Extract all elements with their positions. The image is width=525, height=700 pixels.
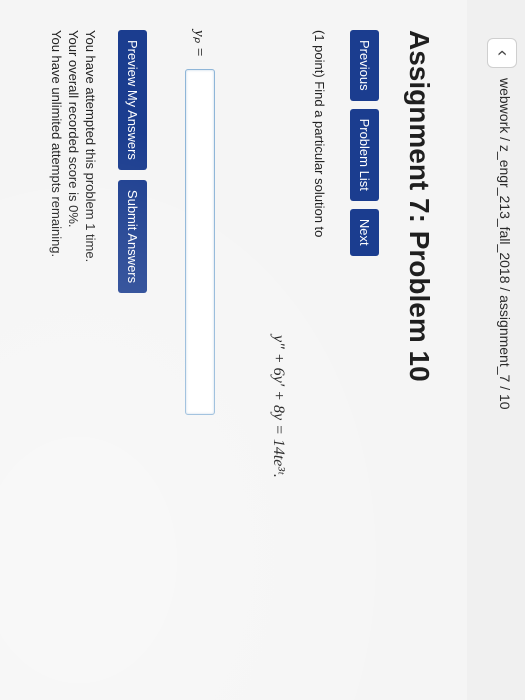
answer-row: yₚ = — [185, 30, 215, 415]
problem-nav: Previous Problem List Next — [350, 30, 379, 256]
problem-page: Assignment 7: Problem 10 Previous Proble… — [0, 0, 467, 700]
top-bar: ‹ webwork / z_engr_213_fall_2018 / assig… — [466, 0, 525, 700]
rotated-screen: ‹ webwork / z_engr_213_fall_2018 / assig… — [0, 0, 525, 700]
problem-prompt: (1 point) Find a particular solution to — [312, 30, 327, 238]
previous-button[interactable]: Previous — [350, 30, 379, 101]
answer-input[interactable] — [185, 68, 215, 415]
submit-answers-button[interactable]: Submit Answers — [118, 179, 147, 294]
attempt-status: You have attempted this problem 1 time. … — [48, 30, 99, 262]
preview-answers-button[interactable]: Preview My Answers — [118, 30, 147, 170]
attempts-text: You have attempted this problem 1 time. — [83, 30, 98, 263]
photo-background: ‹ webwork / z_engr_213_fall_2018 / assig… — [0, 0, 525, 700]
next-button[interactable]: Next — [350, 208, 379, 256]
chevron-left-icon[interactable]: ‹ — [487, 38, 517, 68]
breadcrumb: webwork / z_engr_213_fall_2018 / assignm… — [497, 78, 513, 410]
remaining-text: You have unlimited attempts remaining. — [49, 30, 64, 258]
page-title: Assignment 7: Problem 10 — [404, 30, 435, 382]
problem-list-button[interactable]: Problem List — [350, 108, 379, 201]
problem-equation: y″ + 6y′ + 8y = 14te³ᵗ. — [270, 335, 287, 478]
answer-label: yₚ = — [191, 30, 208, 57]
score-text: Your overall recorded score is 0%. — [66, 30, 81, 228]
answer-actions: Preview My Answers Submit Answers — [118, 30, 147, 294]
